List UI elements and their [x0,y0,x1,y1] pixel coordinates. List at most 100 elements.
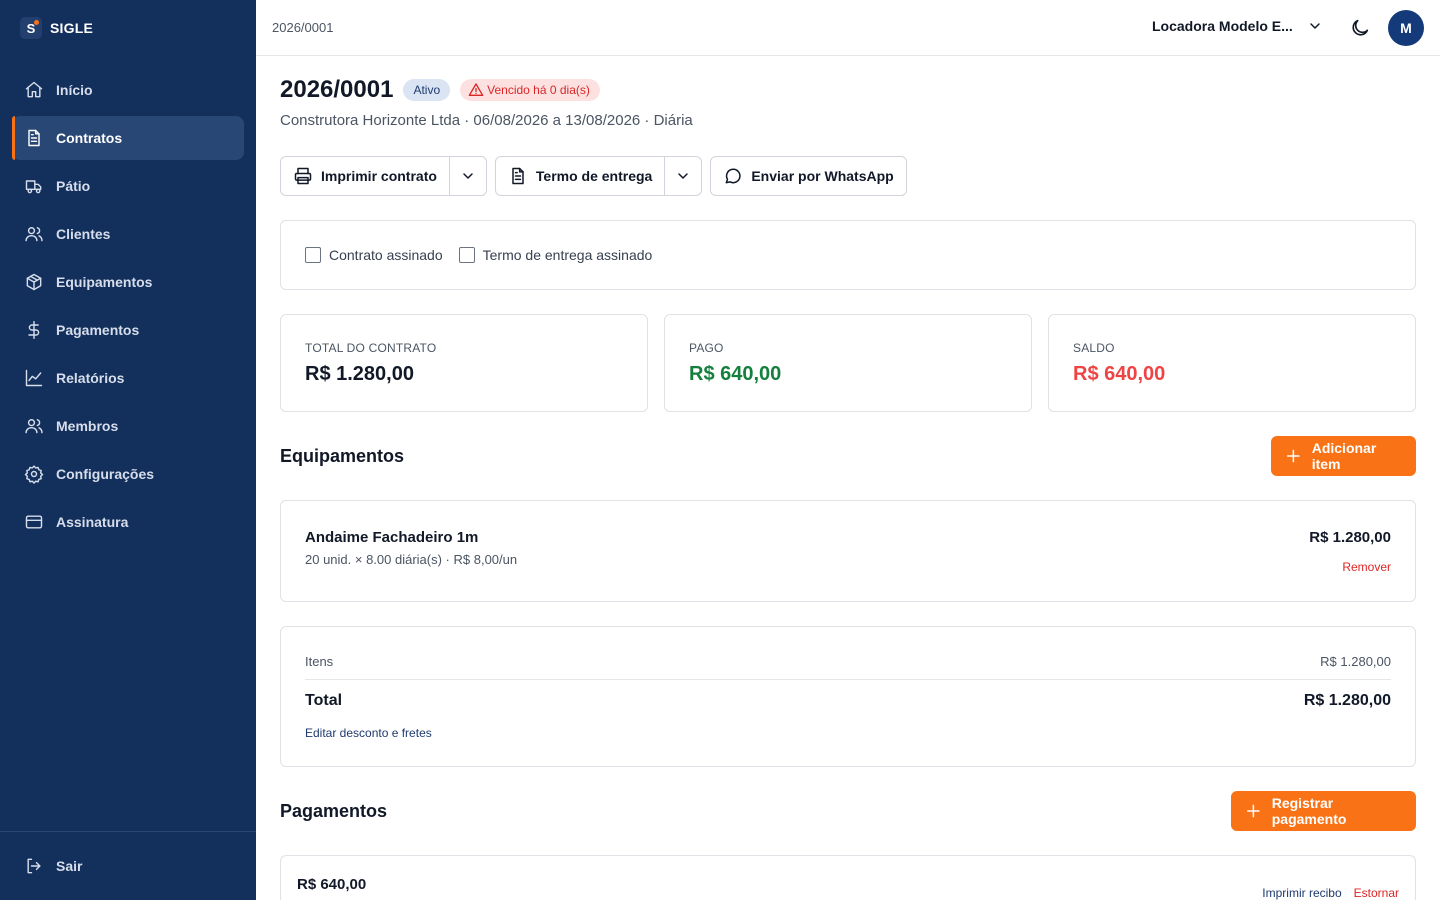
sidebar-item-pagamentos[interactable]: Pagamentos [12,308,244,352]
payments-section-title: Pagamentos [280,801,388,821]
chevron-down-icon [463,173,473,179]
delivery-term-button[interactable]: Termo de entrega [496,157,664,195]
gear-icon [24,465,44,484]
overdue-text: Vencido há 0 dia(s) [487,83,590,97]
sidebar-item-equipamentos[interactable]: Equipamentos [12,260,244,304]
paid-stat-card: PAGO R$ 640,00 [664,314,1032,412]
sidebar-item-configuracoes[interactable]: Configurações [12,452,244,496]
payment-actions: Imprimir recibo Estornar [1262,886,1399,900]
organization-name: Locadora Modelo E... [1152,18,1293,34]
signature-card: Contrato assinado Termo de entrega assin… [280,220,1416,290]
equipment-item: Andaime Fachadeiro 1m 20 unid. × 8.00 di… [280,500,1416,602]
payment-amount: R$ 640,00 [297,876,367,893]
contract-signed-checkbox[interactable]: Contrato assinado [305,247,443,263]
register-payment-button[interactable]: Registrar pagamento [1231,791,1416,831]
sidebar-item-label: Clientes [56,226,111,242]
top-header: 2026/0001 Locadora Modelo E... M [256,0,1440,56]
reverse-payment-link[interactable]: Estornar [1354,886,1399,900]
payment-entry: R$ 640,00 Imprimir recibo Estornar [280,855,1416,900]
home-icon [25,81,43,98]
sidebar-item-clientes[interactable]: Clientes [12,212,244,256]
chevron-down-icon [678,173,689,179]
checkbox-box[interactable] [458,247,475,263]
logout-button[interactable]: Sair [12,844,244,888]
sidebar-item-membros[interactable]: Membros [12,404,244,448]
register-payment-label: Registrar pagamento [1271,795,1347,827]
warning-icon [468,83,484,96]
chat-bubble-icon [725,168,741,184]
print-contract-label: Imprimir contrato [321,168,437,184]
document-icon [512,167,524,185]
breadcrumb[interactable]: 2026/0001 [272,20,333,35]
brand-logo: S [20,17,42,39]
grand-total-value: R$ 1.280,00 [1303,692,1391,709]
dollar-icon [28,320,40,340]
plus-icon [1247,804,1260,818]
item-price: R$ 1.280,00 [1309,529,1391,546]
users-icon [25,227,43,242]
contract-signed-label: Contrato assinado [329,247,443,263]
chart-icon [25,369,43,387]
balance-stat-card: SALDO R$ 640,00 [1048,314,1416,412]
grand-total-label: Total [305,692,343,709]
moon-icon[interactable] [1349,17,1371,39]
sidebar-item-assinatura[interactable]: Assinatura [12,500,244,544]
whatsapp-button[interactable]: Enviar por WhatsApp [711,157,905,195]
avatar[interactable]: M [1388,10,1424,46]
delivery-signed-checkbox[interactable]: Termo de entrega assinado [458,247,652,263]
organization-switcher[interactable]: Locadora Modelo E... [1152,18,1323,34]
sidebar-item-label: Assinatura [56,514,129,530]
contract-subtitle: Construtora Horizonte Ltda · 06/08/2026 … [280,112,693,129]
print-contract-button[interactable]: Imprimir contrato [281,157,449,195]
action-bar: Imprimir contrato Termo de entrega Envia… [280,156,907,196]
sidebar-item-label: Início [56,82,93,98]
delivery-term-dropdown[interactable] [664,157,701,195]
sidebar-item-patio[interactable]: Pátio [12,164,244,208]
status-badge: Ativo [403,79,451,101]
credit-card-icon [25,515,43,529]
paid-stat-value: R$ 640,00 [689,363,782,385]
add-item-button[interactable]: Adicionar item [1271,436,1416,476]
logout-icon [27,858,41,874]
item-detail: 20 unid. × 8.00 diária(s) · R$ 8,00/un [305,552,518,567]
sidebar: S SIGLE Início Contratos Pátio Clientes … [0,0,256,900]
total-stat-label: TOTAL DO CONTRATO [305,341,437,355]
logout-label: Sair [56,858,83,874]
delivery-term-label: Termo de entrega [535,168,653,184]
printer-icon [294,167,312,185]
balance-stat-value: R$ 640,00 [1073,363,1166,385]
print-contract-dropdown[interactable] [448,157,486,195]
sidebar-item-label: Relatórios [56,370,125,386]
truck-icon [25,180,42,194]
delivery-term-group: Termo de entrega [494,156,703,196]
brand-logo-dot [34,20,39,25]
remove-item-link[interactable]: Remover [1342,560,1391,574]
print-receipt-link[interactable]: Imprimir recibo [1262,886,1341,900]
sidebar-nav: Início Contratos Pátio Clientes Equipame… [12,68,244,548]
sidebar-item-relatorios[interactable]: Relatórios [12,356,244,400]
brand-name: SIGLE [50,20,94,36]
items-subtotal-value: R$ 1.280,00 [1320,654,1391,669]
users-icon [25,419,43,434]
edit-discount-link[interactable]: Editar desconto e fretes [305,726,432,740]
chevron-down-icon [1310,23,1320,29]
print-contract-group: Imprimir contrato [280,156,487,196]
add-item-label: Adicionar item [1311,440,1377,472]
sidebar-item-inicio[interactable]: Início [12,68,244,112]
brand[interactable]: S SIGLE [20,16,93,40]
title-row: 2026/0001 Ativo Vencido há 0 dia(s) [280,76,600,104]
equipment-section-title: Equipamentos [280,446,405,466]
whatsapp-group: Enviar por WhatsApp [710,156,907,196]
sidebar-item-label: Contratos [56,130,123,146]
items-subtotal-label: Itens [305,654,334,669]
balance-stat-label: SALDO [1073,341,1115,355]
sidebar-item-label: Membros [56,418,119,434]
overdue-badge: Vencido há 0 dia(s) [460,79,600,101]
box-icon [26,273,42,291]
checkbox-box[interactable] [305,247,321,263]
page-title: 2026/0001 [280,76,394,103]
sidebar-item-contratos[interactable]: Contratos [12,116,244,160]
sidebar-divider [0,831,256,832]
plus-icon [1287,449,1300,463]
sidebar-item-label: Equipamentos [56,274,153,290]
